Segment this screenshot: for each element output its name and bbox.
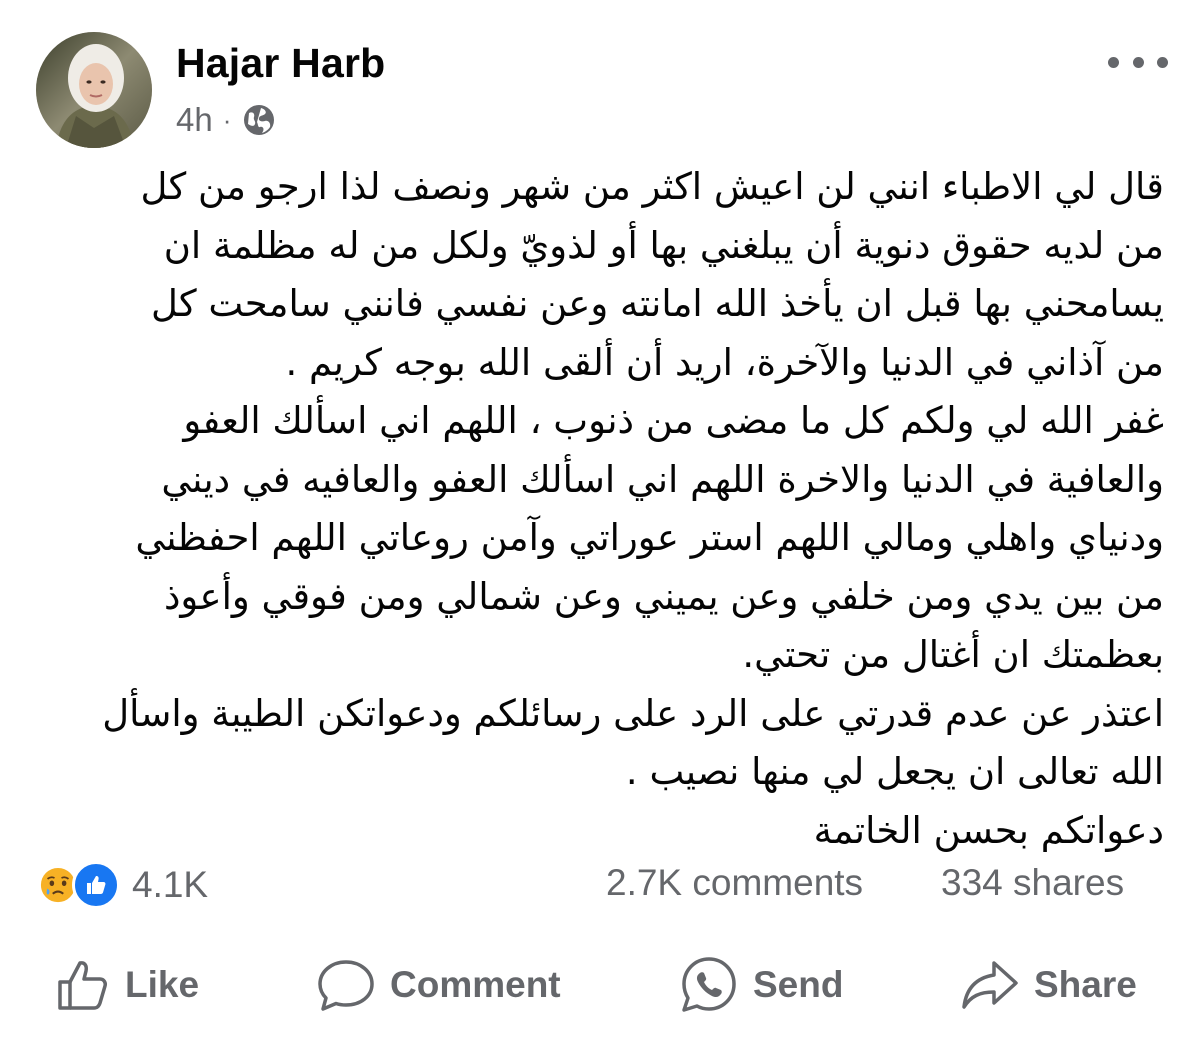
facebook-post: Hajar Harb 4h · قال لي الاطباء انني لن ا… [0,0,1200,1037]
thumbs-up-icon [87,876,106,894]
like-icon [58,961,107,1010]
post-text-line: بعظمتك ان أغتال من تحتي. [742,633,1164,676]
reactions-summary[interactable]: 4.1K [34,860,208,910]
action-bar: Like Comment Send Share [0,950,1200,1020]
globe-icon[interactable] [241,102,277,138]
post-text-line: والعافية في الدنيا والاخرة اللهم اني اسأ… [161,457,1164,501]
post-text-line: غفر الله لي ولكم كل ما مضى من ذنوب ، الل… [183,399,1164,442]
post-text: قال لي الاطباء انني لن اعيش اكثر من شهر … [40,158,1164,860]
more-dot [1108,56,1119,68]
share-button[interactable]: Share [960,950,1137,1020]
comment-button[interactable]: Comment [316,950,561,1020]
post-meta: 4h · [176,100,277,140]
post-text-line: يسامحني بها قبل ان يأخذ الله امانته وعن … [151,282,1164,325]
author-avatar[interactable] [36,32,152,148]
more-options-button[interactable] [1108,44,1168,80]
post-timestamp[interactable]: 4h [176,101,213,139]
send-label: Send [753,964,844,1005]
send-button[interactable]: Send [679,950,843,1020]
post-text-line: ودنياي واهلي ومالي اللهم استر عوراتي وآم… [135,516,1164,559]
post-text-line: من آذاني في الدنيا والآخرة، اريد أن ألقى… [285,340,1164,384]
share-label: Share [1034,964,1137,1005]
comment-icon [318,960,374,1011]
reactions-count[interactable]: 4.1K [132,864,208,906]
more-dot [1132,56,1144,68]
more-dot [1157,56,1168,68]
post-text-line: قال لي الاطباء انني لن اعيش اكثر من شهر … [140,165,1164,208]
post-text-line: من لديه حقوق دنوية أن يبلغني بها أو لذوي… [163,223,1164,267]
comment-label: Comment [390,964,561,1005]
author-name[interactable]: Hajar Harb [176,40,385,87]
post-text-line: اعتذر عن عدم قدرتي على الرد على رسائلكم … [102,691,1164,735]
post-text-line: من بين يدي ومن خلفي وعن يميني وعن شمالي … [163,574,1164,618]
like-reaction-icon [72,861,120,909]
share-icon [962,961,1018,1009]
shares-count[interactable]: 334 shares [941,862,1124,904]
post-text-line: دعواتكم بحسن الخاتمة [813,808,1164,852]
meta-separator: · [222,104,232,135]
comments-count[interactable]: 2.7K comments [606,862,863,904]
post-text-line: الله تعالى ان يجعل لي منها نصيب . [625,750,1164,793]
avatar-photo [36,32,152,148]
like-label: Like [125,964,200,1005]
like-button[interactable]: Like [55,950,199,1020]
whatsapp-icon [682,957,736,1012]
